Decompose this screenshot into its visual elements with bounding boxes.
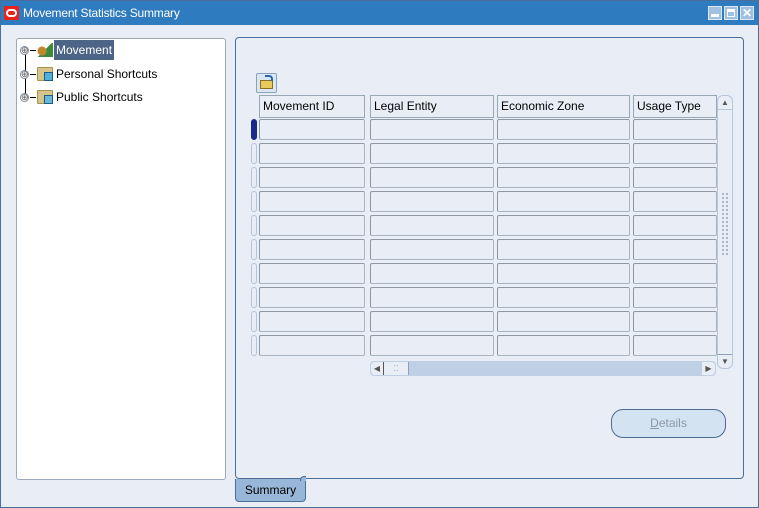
grid-cell[interactable] xyxy=(370,287,494,308)
grid-cell[interactable] xyxy=(370,335,494,356)
grid-cell[interactable] xyxy=(259,239,365,260)
tree-connector xyxy=(30,49,36,51)
row-indicator[interactable] xyxy=(251,191,257,212)
row-indicator[interactable] xyxy=(251,263,257,284)
grid-cell[interactable] xyxy=(370,239,494,260)
arrow-icon xyxy=(265,75,273,81)
grid-cell[interactable] xyxy=(497,239,630,260)
scroll-right-icon[interactable]: ▶ xyxy=(702,362,715,375)
expand-icon[interactable]: ⊕ xyxy=(20,69,29,79)
column-header[interactable]: Movement ID xyxy=(259,95,365,118)
vertical-scrollbar[interactable]: ▲ ▼ xyxy=(717,95,733,369)
row-indicator[interactable] xyxy=(251,215,257,236)
scroll-down-icon[interactable]: ▼ xyxy=(718,354,732,368)
row-indicator[interactable] xyxy=(251,239,257,260)
grid-cell[interactable] xyxy=(259,143,365,164)
scroll-thumb[interactable]: ⁚⁚ xyxy=(384,362,409,375)
grid-cell[interactable] xyxy=(633,119,717,140)
tree-item-public-shortcuts[interactable]: ⊕ Public Shortcuts xyxy=(20,87,145,107)
grid-cell[interactable] xyxy=(497,167,630,188)
grid-cell[interactable] xyxy=(633,263,717,284)
grid-cell[interactable] xyxy=(370,263,494,284)
grid-cell[interactable] xyxy=(497,311,630,332)
grid-cell[interactable] xyxy=(259,215,365,236)
grid-cell[interactable] xyxy=(497,287,630,308)
grid-cell[interactable] xyxy=(633,311,717,332)
scroll-left-icon[interactable]: ◀ xyxy=(371,362,384,375)
grid-cell[interactable] xyxy=(497,263,630,284)
minimize-button[interactable] xyxy=(708,6,722,20)
grid-cell[interactable] xyxy=(370,191,494,212)
details-button[interactable]: Details xyxy=(611,409,726,438)
open-folder-button[interactable] xyxy=(256,73,277,93)
grid-cell[interactable] xyxy=(497,215,630,236)
grid-cell[interactable] xyxy=(370,119,494,140)
grid-cell[interactable] xyxy=(370,143,494,164)
scroll-up-icon[interactable]: ▲ xyxy=(718,96,732,110)
oracle-logo-icon xyxy=(4,6,19,20)
grid-cell[interactable] xyxy=(259,287,365,308)
tab-summary[interactable]: Summary xyxy=(235,476,306,502)
public-folder-icon xyxy=(37,90,53,104)
grid-cell[interactable] xyxy=(633,191,717,212)
grid-cell[interactable] xyxy=(259,311,365,332)
movement-icon xyxy=(37,43,53,57)
column-header[interactable]: Economic Zone xyxy=(497,95,630,118)
grid-cell[interactable] xyxy=(497,119,630,140)
column-header[interactable]: Legal Entity xyxy=(370,95,494,118)
grid-cell[interactable] xyxy=(633,239,717,260)
details-label: etails xyxy=(658,416,687,430)
grid-cell[interactable] xyxy=(497,191,630,212)
column-header[interactable]: Usage Type xyxy=(633,95,717,118)
tree-item-label: Movement xyxy=(54,40,115,60)
grid-cell[interactable] xyxy=(370,215,494,236)
navigator-tree: ⊕ Movement ⊕ Personal Shortcuts ⊕ Public… xyxy=(16,38,226,480)
tree-item-personal-shortcuts[interactable]: ⊕ Personal Shortcuts xyxy=(20,64,159,84)
row-indicator[interactable] xyxy=(251,119,257,140)
row-indicator[interactable] xyxy=(251,143,257,164)
scroll-grip[interactable] xyxy=(721,192,729,256)
row-indicator[interactable] xyxy=(251,311,257,332)
grid-cell[interactable] xyxy=(259,335,365,356)
title-bar[interactable]: Movement Statistics Summary ✕ xyxy=(1,1,758,25)
row-indicator[interactable] xyxy=(251,335,257,356)
tree-item-movement[interactable]: ⊕ Movement xyxy=(20,40,115,60)
maximize-button[interactable] xyxy=(724,6,738,20)
row-indicator[interactable] xyxy=(251,167,257,188)
tree-item-label: Public Shortcuts xyxy=(56,90,143,104)
horizontal-scrollbar[interactable]: ◀ ⁚⁚ ▶ xyxy=(370,361,716,376)
grid-cell[interactable] xyxy=(633,143,717,164)
tree-connector xyxy=(30,73,36,75)
open-folder-icon xyxy=(260,80,273,89)
expand-icon[interactable]: ⊕ xyxy=(20,45,29,55)
grid-cell[interactable] xyxy=(259,191,365,212)
grid-cell[interactable] xyxy=(633,335,717,356)
grid-cell[interactable] xyxy=(497,143,630,164)
tree-connector xyxy=(30,96,36,98)
close-button[interactable]: ✕ xyxy=(740,6,754,20)
grid-cell[interactable] xyxy=(259,167,365,188)
grid-cell[interactable] xyxy=(633,287,717,308)
personal-folder-icon xyxy=(37,67,53,81)
details-mnemonic: D xyxy=(650,416,659,430)
grid-cell[interactable] xyxy=(633,215,717,236)
window-title: Movement Statistics Summary xyxy=(23,6,180,20)
grid-cell[interactable] xyxy=(497,335,630,356)
expand-icon[interactable]: ⊕ xyxy=(20,92,29,102)
grid-cell[interactable] xyxy=(370,167,494,188)
grid-cell[interactable] xyxy=(633,167,717,188)
row-indicator[interactable] xyxy=(251,287,257,308)
grid-cell[interactable] xyxy=(259,119,365,140)
grid-cell[interactable] xyxy=(259,263,365,284)
grid-cell[interactable] xyxy=(370,311,494,332)
tree-item-label: Personal Shortcuts xyxy=(56,67,158,81)
